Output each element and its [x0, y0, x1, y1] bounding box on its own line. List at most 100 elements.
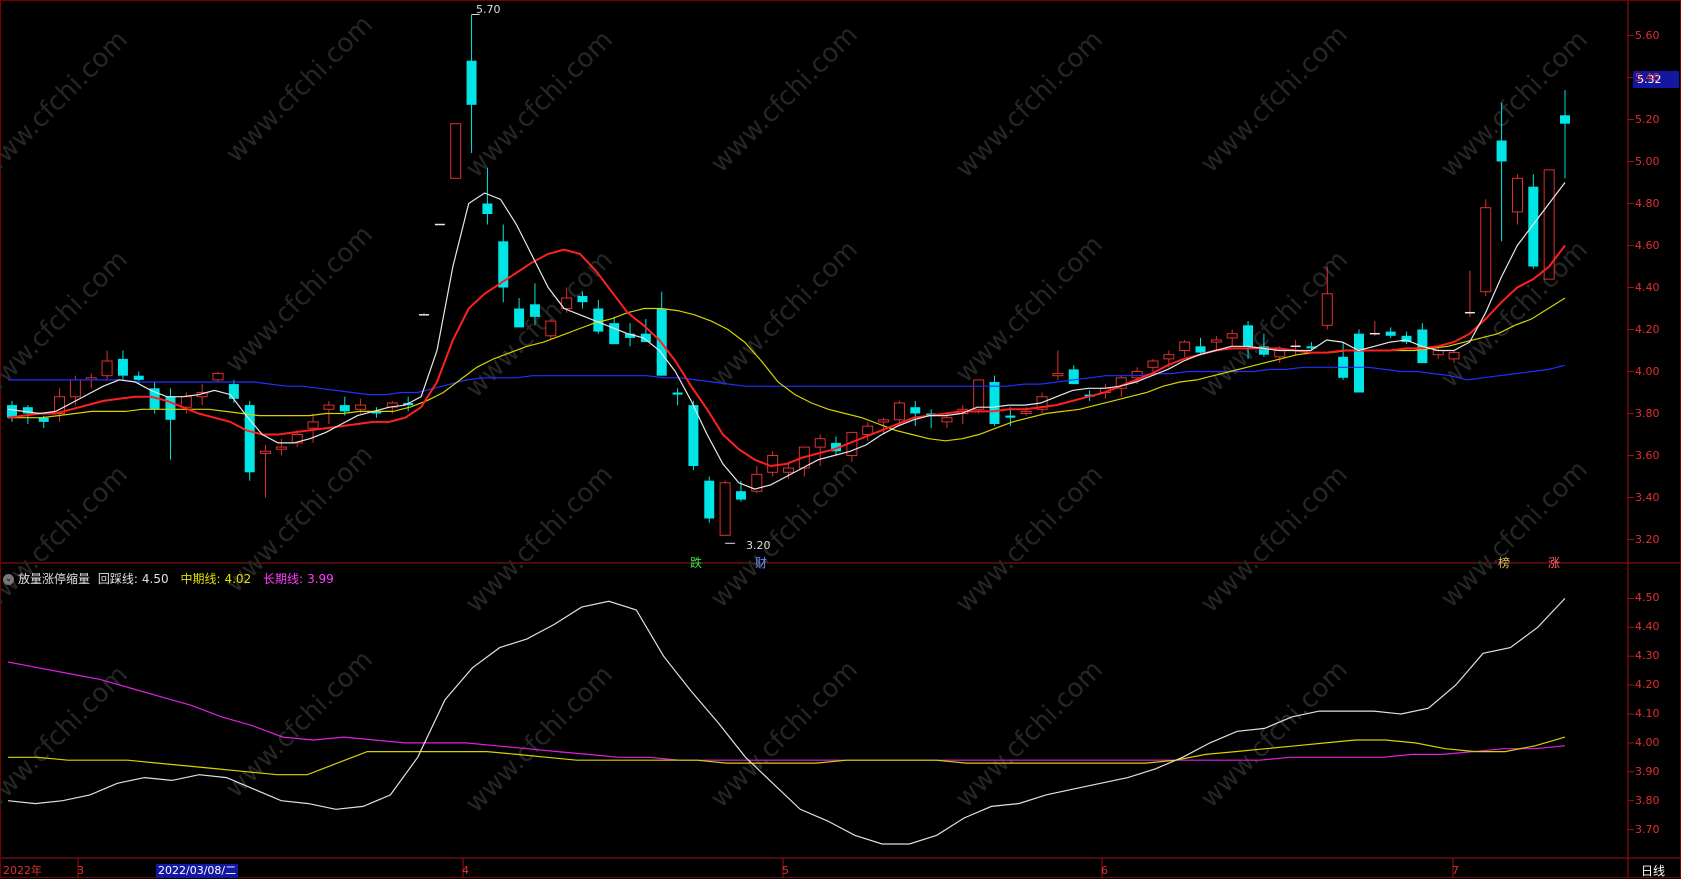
candle-up [1432, 350, 1444, 356]
candle-up [212, 373, 224, 381]
signal-down: 跌 [690, 556, 703, 570]
candle-down [1496, 140, 1507, 162]
x-label-month-5: 5 [782, 864, 789, 877]
watermark-text: www.cfchi.com [950, 655, 1109, 814]
candle-down [1353, 333, 1364, 393]
candle-down [1528, 186, 1539, 267]
y-tick-label: 3.60 [1635, 448, 1660, 462]
y-tick-label: 3.20 [1635, 532, 1660, 546]
candle-down [989, 382, 1000, 424]
watermark-text: www.cfchi.com [705, 235, 864, 394]
watermark-text: www.cfchi.com [220, 645, 379, 804]
candle-up [1179, 341, 1191, 352]
candle-down [1068, 369, 1079, 385]
candle-down [735, 491, 746, 500]
candle-down [228, 384, 239, 399]
candle-up [1020, 410, 1032, 414]
period-selector[interactable]: 日线 [1641, 862, 1665, 879]
candle-down [1195, 346, 1206, 353]
watermark-text: www.cfchi.com [460, 660, 619, 819]
candle-down [577, 295, 588, 303]
candle-down [133, 375, 144, 380]
candle-down [1560, 115, 1570, 124]
candle-up [1163, 354, 1175, 360]
candle-down [466, 60, 477, 105]
low-price-label: 3.20 [746, 539, 771, 552]
ind-y-tick-label: 3.90 [1635, 764, 1660, 778]
x-label-month-6: 6 [1101, 864, 1108, 877]
candle-up [545, 320, 557, 337]
l1-value: 4.50 [141, 572, 169, 586]
y-tick-label: 4.80 [1635, 196, 1660, 210]
candle-down [514, 308, 525, 328]
watermark-text: www.cfchi.com [1195, 655, 1354, 814]
x-label-month-7: 7 [1452, 864, 1459, 877]
ind-y-tick-label: 4.20 [1635, 678, 1660, 692]
candle-down [117, 358, 128, 376]
candle-up [101, 360, 113, 377]
watermark-text: www.cfchi.com [950, 25, 1109, 184]
candle-down [704, 480, 715, 519]
candle-up [1052, 373, 1064, 377]
watermark-text: www.cfchi.com [460, 460, 619, 619]
signal-cai: 财 [755, 556, 768, 570]
ind-y-tick-label: 4.40 [1635, 620, 1660, 634]
y-tick-label: 4.40 [1635, 280, 1660, 294]
y-tick-label: 5.40 [1635, 70, 1660, 84]
y-tick-label: 4.60 [1635, 238, 1660, 252]
candle-up [450, 123, 462, 179]
ind-y-tick-label: 3.80 [1635, 793, 1660, 807]
candle-down [529, 304, 540, 317]
watermark-text: www.cfchi.com [0, 25, 134, 184]
candle-down [672, 392, 683, 395]
candle-up [767, 455, 779, 473]
candle-down [609, 323, 620, 345]
watermark-text: www.cfchi.com [220, 10, 379, 169]
candle-down [593, 308, 604, 332]
candle-up [1274, 350, 1286, 358]
y-tick-label: 5.20 [1635, 112, 1660, 126]
candle-up [719, 482, 731, 536]
watermark-text: www.cfchi.com [460, 25, 619, 184]
y-tick-label: 3.80 [1635, 406, 1660, 420]
high-price-label: 5.70 [476, 3, 501, 16]
candle-down [1005, 415, 1016, 418]
candle-up [307, 421, 319, 429]
chevron-down-icon[interactable]: ⌄ [3, 574, 14, 585]
l3-value: 3.99 [307, 572, 334, 586]
ind-y-tick-label: 3.70 [1635, 822, 1660, 836]
x-label-year: 2022年 [3, 864, 42, 877]
candle-up [878, 419, 890, 423]
candle-down [1243, 325, 1254, 347]
y-tick-label: 4.00 [1635, 364, 1660, 378]
candle-up [180, 396, 192, 408]
kline-chart[interactable]: www.cfchi.com www.cfchi.com www.cfchi.com w… [0, 0, 1681, 878]
ind-y-tick-label: 4.10 [1635, 707, 1660, 720]
watermark-text: www.cfchi.com [0, 460, 134, 619]
candle-down [910, 407, 921, 414]
x-label-cursor-date: 2022/03/08/二 [156, 864, 239, 878]
l3-label: 长期线: [263, 572, 304, 586]
watermark-text: www.cfchi.com [1435, 455, 1594, 614]
x-label-month-3: 3 [77, 864, 84, 877]
candle-up [275, 446, 287, 450]
candle-down [38, 417, 49, 422]
candle-up [973, 379, 985, 410]
watermark-text: www.cfchi.com [1435, 25, 1594, 184]
watermark-text: www.cfchi.com [1435, 235, 1594, 394]
y-tick-label: 5.00 [1635, 154, 1660, 168]
candle-up [862, 425, 874, 436]
candle-up [1147, 360, 1159, 368]
x-label-month-4: 4 [462, 864, 469, 877]
signal-bang: 榜 [1498, 556, 1511, 570]
y-tick-label: 5.60 [1635, 28, 1660, 42]
l2-label: 中期线: [180, 572, 221, 586]
l2-value: 4.02 [224, 572, 252, 586]
indicator-name[interactable]: 放量涨停缩量 [18, 572, 90, 586]
watermark-text: www.cfchi.com [705, 655, 864, 814]
watermark-text: www.cfchi.com [705, 20, 864, 179]
y-tick-label: 4.20 [1635, 322, 1660, 336]
candle-up [260, 450, 272, 454]
candle-up [1480, 207, 1492, 293]
ind-y-tick-label: 4.00 [1635, 735, 1660, 749]
